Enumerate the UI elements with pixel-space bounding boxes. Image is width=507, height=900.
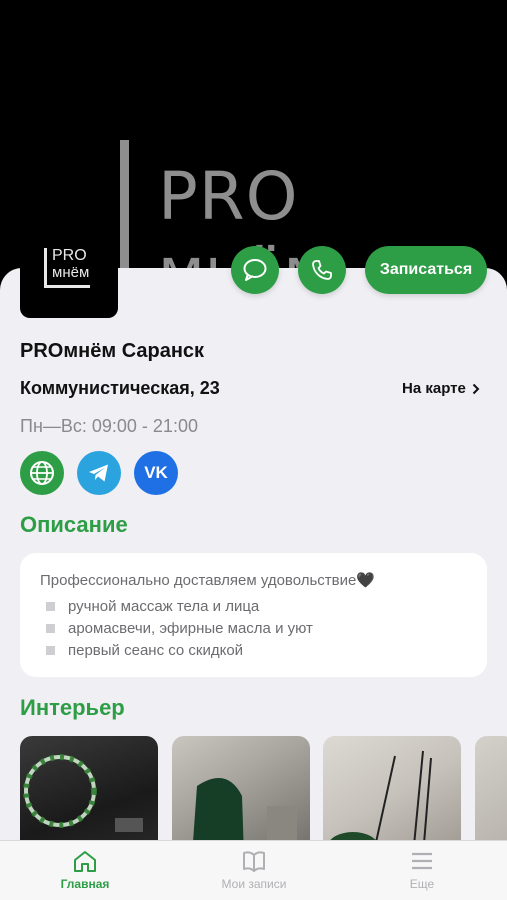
book-icon	[243, 851, 265, 872]
book-button[interactable]: Записаться	[365, 246, 487, 294]
interior-photo[interactable]	[172, 736, 310, 856]
telegram-link[interactable]	[77, 451, 121, 495]
vk-link[interactable]: VK	[134, 451, 178, 495]
venue-address: Коммунистическая, 23	[20, 378, 220, 398]
phone-icon	[312, 260, 332, 280]
venue-name: PROмнём Саранск	[20, 340, 205, 362]
website-link[interactable]	[20, 451, 64, 495]
interior-photo[interactable]	[475, 736, 507, 856]
chat-icon	[243, 259, 267, 281]
map-link[interactable]: На карте	[402, 380, 480, 397]
map-link-label: На карте	[402, 380, 466, 397]
interior-heading: Интерьер	[20, 695, 125, 720]
vk-icon: VK	[144, 463, 168, 482]
globe-icon	[30, 461, 54, 485]
avatar-text-2: мнём	[52, 264, 90, 281]
list-item: первый сеанс со скидкой	[40, 639, 467, 661]
list-item: ручной массаж тела и лица	[40, 595, 467, 617]
tab-my-records[interactable]: Мои записи	[189, 849, 319, 891]
avatar-text-1: PRO	[52, 247, 87, 264]
list-item: аромасвечи, эфирные масла и уют	[40, 617, 467, 639]
tab-more[interactable]: Еще	[357, 849, 487, 891]
hero-logo-text-1: PRO	[158, 158, 299, 235]
menu-icon	[412, 852, 432, 870]
interior-photo[interactable]	[323, 736, 461, 856]
tab-home-label: Главная	[60, 877, 110, 891]
tab-bar: Главная Мои записи Еще	[0, 840, 507, 900]
tab-my-records-label: Мои записи	[221, 877, 287, 891]
description-heading: Описание	[20, 512, 128, 537]
home-icon	[74, 851, 96, 872]
interior-photo[interactable]	[20, 736, 158, 856]
chat-button[interactable]	[231, 246, 279, 294]
tab-more-label: Еще	[409, 877, 435, 891]
telegram-icon	[89, 464, 108, 482]
opening-hours: Пн—Вс: 09:00 - 21:00	[20, 416, 198, 436]
description-intro: Профессионально доставляем удовольствие🖤	[40, 572, 376, 589]
venue-avatar: PRO мнём	[20, 240, 118, 318]
description-card: Профессионально доставляем удовольствие🖤…	[20, 553, 487, 677]
tab-home[interactable]: Главная	[20, 849, 150, 891]
call-button[interactable]	[298, 246, 346, 294]
chevron-right-icon	[472, 383, 480, 394]
